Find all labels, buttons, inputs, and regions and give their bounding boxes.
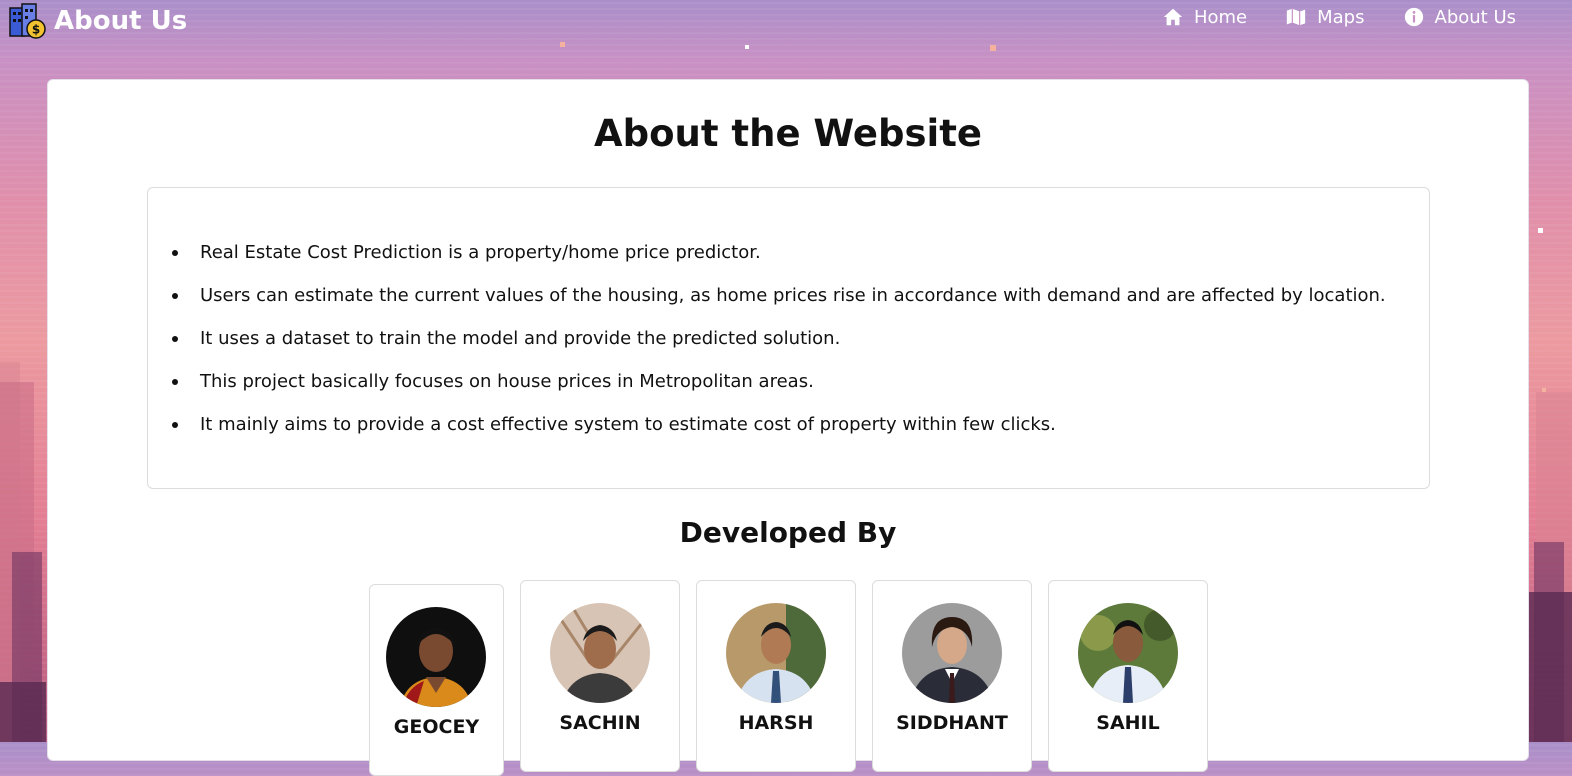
star xyxy=(745,45,749,49)
navbar: $ About Us Home Maps About Us xyxy=(0,0,1572,42)
real-estate-coin-icon: $ xyxy=(9,3,46,39)
info-icon xyxy=(1404,7,1423,27)
cityscape-right-base xyxy=(1528,592,1572,742)
brand[interactable]: $ About Us xyxy=(8,2,187,40)
about-card: About the Website Real Estate Cost Predi… xyxy=(47,79,1529,776)
list-item: It mainly aims to provide a cost effecti… xyxy=(172,413,1386,456)
list-item: Real Estate Cost Prediction is a propert… xyxy=(172,241,1386,284)
star xyxy=(1538,228,1543,233)
nav-maps-label: Maps xyxy=(1317,6,1365,28)
cityscape-left-base xyxy=(0,682,46,742)
team-card: SAHIL xyxy=(1048,580,1208,772)
main-nav: Home Maps About Us xyxy=(1124,6,1516,28)
team-card: GEOCEY xyxy=(369,584,504,776)
list-item: Users can estimate the current values of… xyxy=(172,284,1386,327)
team-card: SIDDHANT xyxy=(872,580,1032,772)
avatar xyxy=(386,607,486,707)
developed-by-heading: Developed By xyxy=(679,516,897,549)
star xyxy=(560,42,565,47)
info-box: Real Estate Cost Prediction is a propert… xyxy=(147,187,1430,489)
star xyxy=(990,45,996,51)
nav-about-label: About Us xyxy=(1434,6,1517,28)
avatar xyxy=(1078,603,1178,703)
map-icon xyxy=(1286,8,1306,26)
nav-home-label: Home xyxy=(1193,6,1248,28)
member-name: SACHIN xyxy=(559,712,641,734)
about-title: About the Website xyxy=(593,112,982,155)
nav-maps[interactable]: Maps xyxy=(1285,6,1365,28)
member-name: SIDDHANT xyxy=(896,712,1008,734)
nav-home[interactable]: Home xyxy=(1162,6,1247,28)
svg-text:$: $ xyxy=(32,23,40,37)
member-name: HARSH xyxy=(738,712,814,734)
member-name: GEOCEY xyxy=(393,716,480,738)
member-name: SAHIL xyxy=(1096,712,1160,734)
avatar xyxy=(902,603,1002,703)
page-heading: About Us xyxy=(54,6,188,36)
home-icon xyxy=(1163,8,1183,26)
info-list: Real Estate Cost Prediction is a propert… xyxy=(172,241,1386,456)
team-card: SACHIN xyxy=(520,580,680,772)
avatar xyxy=(726,603,826,703)
team-card: HARSH xyxy=(696,580,856,772)
nav-about[interactable]: About Us xyxy=(1403,6,1517,28)
list-item: It uses a dataset to train the model and… xyxy=(172,327,1386,370)
list-item: This project basically focuses on house … xyxy=(172,370,1386,413)
star xyxy=(1542,388,1546,392)
avatar xyxy=(550,603,650,703)
